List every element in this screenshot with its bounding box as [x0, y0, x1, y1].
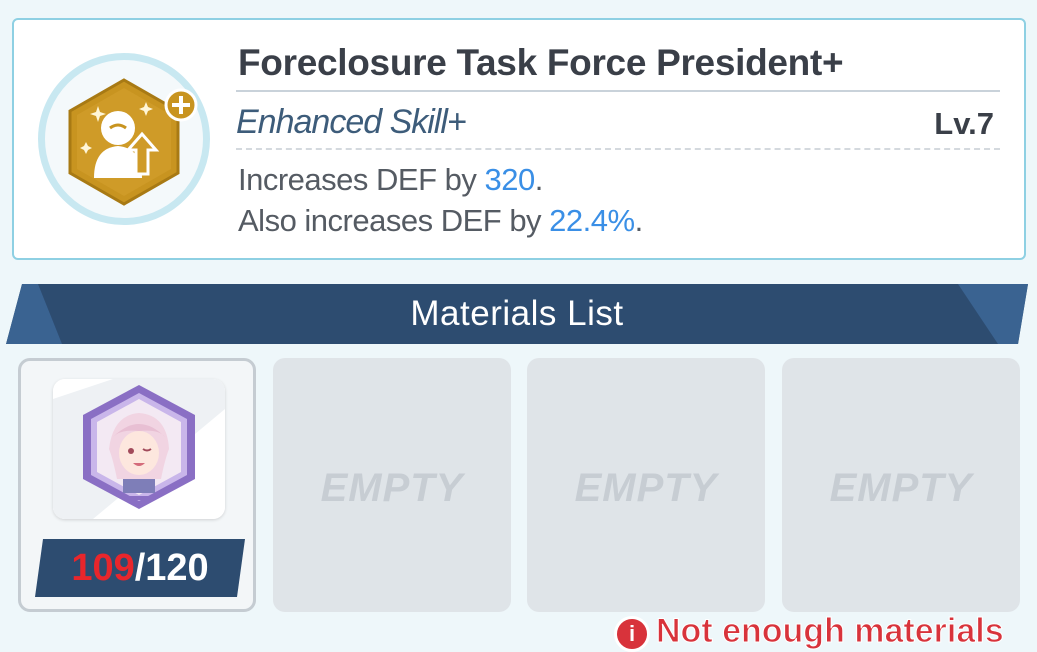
def-flat-value: 320 [484, 162, 535, 197]
material-slot-2[interactable]: EMPTY [273, 358, 511, 612]
character-memory-item-icon [53, 379, 225, 519]
material-count-separator: / [134, 547, 146, 589]
material-slot-4[interactable]: EMPTY [782, 358, 1020, 612]
desc-text: Also increases DEF by [238, 203, 550, 238]
material-slot-1[interactable]: 109/120 [18, 358, 256, 612]
skill-card: Foreclosure Task Force President+ Enhanc… [12, 18, 1026, 260]
desc-text: . [534, 162, 544, 197]
empty-slot-label: EMPTY [574, 466, 718, 510]
title-divider [236, 90, 1000, 92]
materials-header: Materials List [6, 284, 1028, 344]
material-count-have: 109 [71, 547, 135, 589]
not-enough-materials-warning: i Not enough materials [614, 612, 1004, 652]
desc-text: Increases DEF by [238, 162, 485, 197]
info-icon: i [614, 616, 650, 652]
skill-title: Foreclosure Task Force President+ [238, 42, 844, 83]
skill-description-line-1: Increases DEF by 320. [238, 162, 543, 198]
material-count: 109/120 [35, 539, 245, 597]
plus-badge-icon [164, 88, 198, 122]
dashed-divider [236, 148, 1000, 150]
empty-slot-label: EMPTY [320, 466, 464, 510]
materials-title: Materials List [410, 294, 624, 333]
desc-text: . [634, 203, 644, 238]
empty-slot-label: EMPTY [829, 466, 973, 510]
skill-description-line-2: Also increases DEF by 22.4%. [238, 203, 643, 239]
material-slot-3[interactable]: EMPTY [527, 358, 765, 612]
skill-level: Lv.7 [934, 106, 994, 141]
material-item-frame[interactable] [53, 379, 225, 519]
material-count-need: 120 [145, 547, 209, 589]
def-percent-value: 22.4% [549, 203, 635, 238]
skill-type: Enhanced Skill+ [236, 103, 467, 141]
warning-text: Not enough materials [656, 612, 1005, 651]
